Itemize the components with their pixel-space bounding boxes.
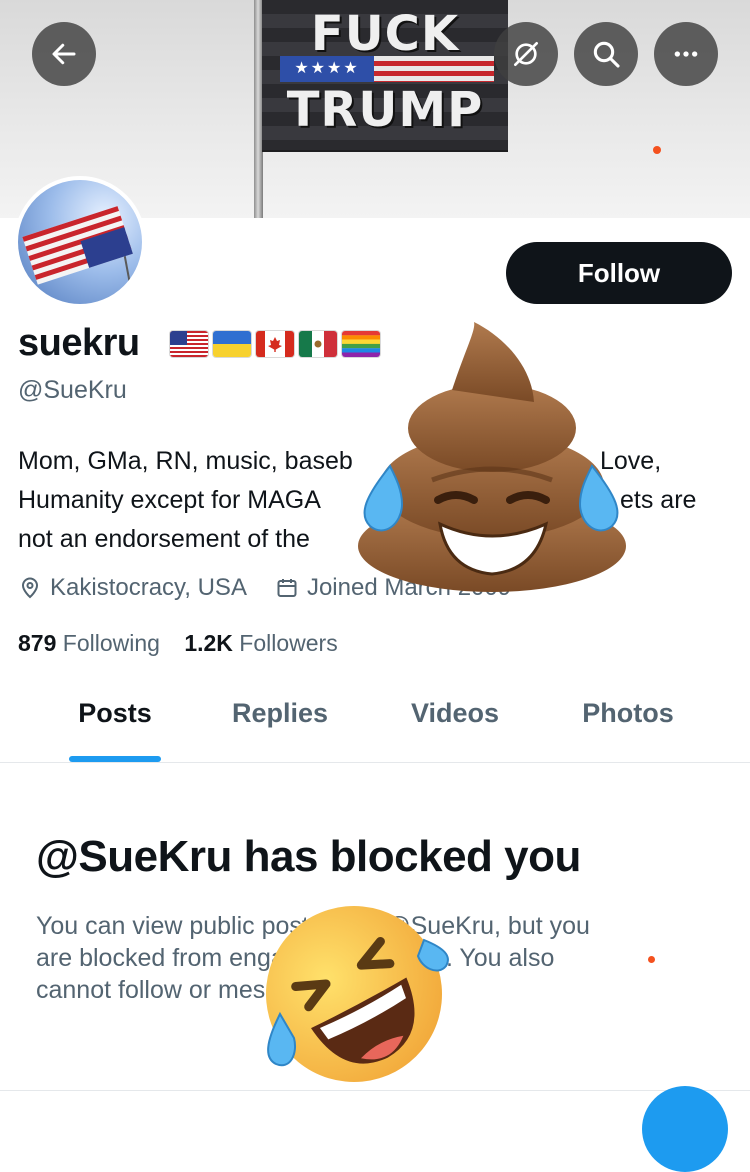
- bio-line: Mom, GMa, RN, music, baseb: [18, 447, 353, 475]
- upside-down-us-flag-avatar: [22, 206, 133, 285]
- bio-line: ets are: [620, 486, 697, 514]
- location-pin-icon: [21, 577, 39, 599]
- following-count: 879: [18, 630, 57, 656]
- flag-stars: ★★★★: [280, 56, 374, 82]
- follow-stats: 879 Following 1.2K Followers: [18, 630, 338, 657]
- tab-replies[interactable]: Replies: [218, 698, 342, 742]
- location-text: Kakistocracy, USA: [50, 574, 247, 601]
- more-horizontal-icon: [674, 51, 698, 57]
- follow-button[interactable]: Follow: [506, 242, 732, 304]
- display-name: suekru: [18, 322, 140, 364]
- more-button[interactable]: [654, 22, 718, 86]
- bio-line: Humanity except for MAGA: [18, 486, 321, 514]
- tab-posts[interactable]: Posts: [70, 698, 160, 742]
- translate-off-icon: [514, 42, 538, 66]
- compose-button[interactable]: [642, 1086, 728, 1172]
- rolling-on-floor-laughing-emoji: [266, 906, 449, 1082]
- handle: @SueKru: [18, 376, 127, 404]
- flag-text-line-1: FUCK: [310, 6, 460, 62]
- following-link[interactable]: 879 Following: [18, 630, 160, 656]
- translate-button[interactable]: [494, 22, 558, 86]
- banner-flag: FUCK ★★★★ TRUMP: [262, 0, 508, 152]
- calendar-icon: [277, 579, 297, 597]
- mexico-flag: [299, 331, 337, 357]
- united-states-flag: [170, 331, 208, 357]
- arrow-left-icon: [52, 43, 76, 65]
- divider: [0, 762, 750, 763]
- ukraine-flag: [213, 331, 251, 357]
- notification-dot: [653, 146, 661, 154]
- followers-link[interactable]: 1.2K Followers: [184, 630, 337, 656]
- following-label: Following: [62, 630, 160, 656]
- back-button[interactable]: [32, 22, 96, 86]
- search-icon: [593, 41, 620, 68]
- canada-flag: [256, 331, 294, 357]
- name-flags: [170, 331, 380, 357]
- search-button[interactable]: [574, 22, 638, 86]
- tab-videos[interactable]: Videos: [396, 698, 514, 742]
- pile-of-poo-emoji: [358, 322, 626, 592]
- notification-dot: [648, 956, 655, 963]
- bio-line: not an endorsement of the: [18, 525, 310, 553]
- followers-label: Followers: [239, 630, 338, 656]
- flag-text-line-2: TRUMP: [286, 82, 484, 138]
- followers-count: 1.2K: [184, 630, 233, 656]
- avatar[interactable]: [14, 176, 146, 308]
- tab-photos[interactable]: Photos: [566, 698, 690, 742]
- blocked-title: @SueKru has blocked you: [36, 832, 581, 881]
